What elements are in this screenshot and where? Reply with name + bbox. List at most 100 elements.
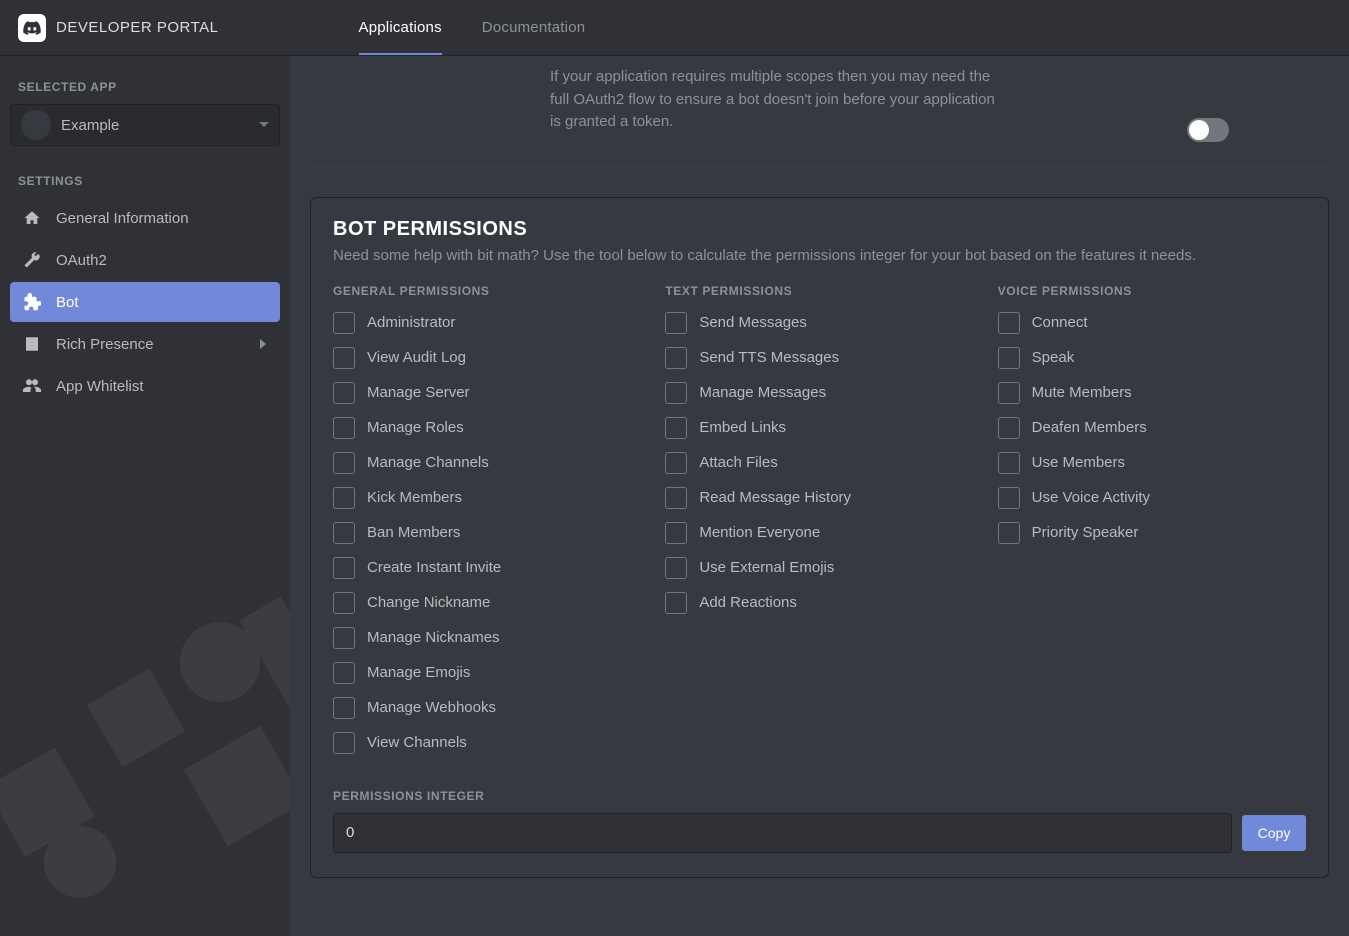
checkbox[interactable] — [998, 452, 1020, 474]
permission-manage-channels[interactable]: Manage Channels — [333, 452, 641, 474]
permission-manage-emojis[interactable]: Manage Emojis — [333, 662, 641, 684]
permission-deafen-members[interactable]: Deafen Members — [998, 417, 1306, 439]
sidebar-item-app-whitelist[interactable]: App Whitelist — [10, 366, 280, 406]
checkbox[interactable] — [333, 662, 355, 684]
permission-label: Attach Files — [699, 454, 777, 471]
permission-use-members[interactable]: Use Members — [998, 452, 1306, 474]
permission-send-messages[interactable]: Send Messages — [665, 312, 973, 334]
permission-label: Deafen Members — [1032, 419, 1147, 436]
permission-mute-members[interactable]: Mute Members — [998, 382, 1306, 404]
text-permissions-column: TEXT PERMISSIONS Send MessagesSend TTS M… — [665, 284, 973, 767]
selected-app-label: SELECTED APP — [10, 80, 280, 94]
permission-label: Manage Messages — [699, 384, 826, 401]
permission-label: Speak — [1032, 349, 1075, 366]
oauth-scopes-description: If your application requires multiple sc… — [550, 66, 999, 134]
permission-view-channels[interactable]: View Channels — [333, 732, 641, 754]
voice-permissions-column: VOICE PERMISSIONS ConnectSpeakMute Membe… — [998, 284, 1306, 767]
checkbox[interactable] — [665, 347, 687, 369]
permission-administrator[interactable]: Administrator — [333, 312, 641, 334]
checkbox[interactable] — [998, 487, 1020, 509]
permissions-integer-label: PERMISSIONS INTEGER — [333, 789, 1306, 803]
permissions-integer-input[interactable] — [333, 813, 1232, 853]
permission-label: Manage Channels — [367, 454, 489, 471]
app-avatar — [21, 110, 51, 140]
checkbox[interactable] — [665, 592, 687, 614]
permission-label: Send TTS Messages — [699, 349, 839, 366]
checkbox[interactable] — [333, 487, 355, 509]
checkbox[interactable] — [333, 627, 355, 649]
permission-label: View Audit Log — [367, 349, 466, 366]
sidebar-item-label: General Information — [56, 210, 189, 227]
checkbox[interactable] — [333, 417, 355, 439]
permission-label: Create Instant Invite — [367, 559, 501, 576]
oauth-scopes-toggle[interactable] — [1187, 118, 1229, 142]
permission-label: Mute Members — [1032, 384, 1132, 401]
topbar: DEVELOPER PORTAL Applications Documentat… — [0, 0, 1349, 56]
permission-read-message-history[interactable]: Read Message History — [665, 487, 973, 509]
checkbox[interactable] — [998, 382, 1020, 404]
permission-manage-server[interactable]: Manage Server — [333, 382, 641, 404]
permission-use-voice-activity[interactable]: Use Voice Activity — [998, 487, 1306, 509]
checkbox[interactable] — [333, 522, 355, 544]
checkbox[interactable] — [333, 732, 355, 754]
permission-priority-speaker[interactable]: Priority Speaker — [998, 522, 1306, 544]
app-selector[interactable]: Example — [10, 104, 280, 146]
permission-label: Manage Nicknames — [367, 629, 500, 646]
permission-label: Connect — [1032, 314, 1088, 331]
permission-mention-everyone[interactable]: Mention Everyone — [665, 522, 973, 544]
tab-documentation-label: Documentation — [482, 19, 586, 36]
permission-connect[interactable]: Connect — [998, 312, 1306, 334]
permission-add-reactions[interactable]: Add Reactions — [665, 592, 973, 614]
checkbox[interactable] — [998, 347, 1020, 369]
permission-label: View Channels — [367, 734, 467, 751]
section-divider — [310, 166, 1329, 167]
sidebar-item-rich-presence[interactable]: Rich Presence — [10, 324, 280, 364]
sidebar-item-label: Bot — [56, 294, 79, 311]
checkbox[interactable] — [665, 557, 687, 579]
checkbox[interactable] — [998, 417, 1020, 439]
tab-applications[interactable]: Applications — [359, 0, 442, 55]
sidebar-item-bot[interactable]: Bot — [10, 282, 280, 322]
permission-manage-messages[interactable]: Manage Messages — [665, 382, 973, 404]
checkbox[interactable] — [333, 382, 355, 404]
permission-label: Priority Speaker — [1032, 524, 1139, 541]
permission-manage-nicknames[interactable]: Manage Nicknames — [333, 627, 641, 649]
permission-use-external-emojis[interactable]: Use External Emojis — [665, 557, 973, 579]
permission-create-instant-invite[interactable]: Create Instant Invite — [333, 557, 641, 579]
sidebar-item-oauth2[interactable]: OAuth2 — [10, 240, 280, 280]
permission-view-audit-log[interactable]: View Audit Log — [333, 347, 641, 369]
checkbox[interactable] — [333, 697, 355, 719]
tab-documentation[interactable]: Documentation — [482, 0, 586, 55]
checkbox[interactable] — [333, 312, 355, 334]
permission-attach-files[interactable]: Attach Files — [665, 452, 973, 474]
permission-kick-members[interactable]: Kick Members — [333, 487, 641, 509]
app-name: Example — [61, 117, 249, 134]
checkbox[interactable] — [333, 592, 355, 614]
checkbox[interactable] — [665, 312, 687, 334]
permission-label: Manage Emojis — [367, 664, 470, 681]
permission-label: Send Messages — [699, 314, 807, 331]
settings-label: SETTINGS — [10, 174, 280, 188]
card-title: BOT PERMISSIONS — [333, 218, 1306, 241]
checkbox[interactable] — [665, 522, 687, 544]
permission-embed-links[interactable]: Embed Links — [665, 417, 973, 439]
sidebar-item-general-information[interactable]: General Information — [10, 198, 280, 238]
checkbox[interactable] — [665, 382, 687, 404]
copy-button[interactable]: Copy — [1242, 815, 1306, 851]
checkbox[interactable] — [665, 417, 687, 439]
permission-manage-webhooks[interactable]: Manage Webhooks — [333, 697, 641, 719]
discord-logo-icon — [18, 14, 46, 42]
checkbox[interactable] — [665, 487, 687, 509]
permission-manage-roles[interactable]: Manage Roles — [333, 417, 641, 439]
permission-label: Administrator — [367, 314, 455, 331]
checkbox[interactable] — [333, 557, 355, 579]
permission-send-tts-messages[interactable]: Send TTS Messages — [665, 347, 973, 369]
checkbox[interactable] — [333, 347, 355, 369]
checkbox[interactable] — [998, 312, 1020, 334]
checkbox[interactable] — [665, 452, 687, 474]
permission-ban-members[interactable]: Ban Members — [333, 522, 641, 544]
permission-speak[interactable]: Speak — [998, 347, 1306, 369]
checkbox[interactable] — [998, 522, 1020, 544]
checkbox[interactable] — [333, 452, 355, 474]
permission-change-nickname[interactable]: Change Nickname — [333, 592, 641, 614]
